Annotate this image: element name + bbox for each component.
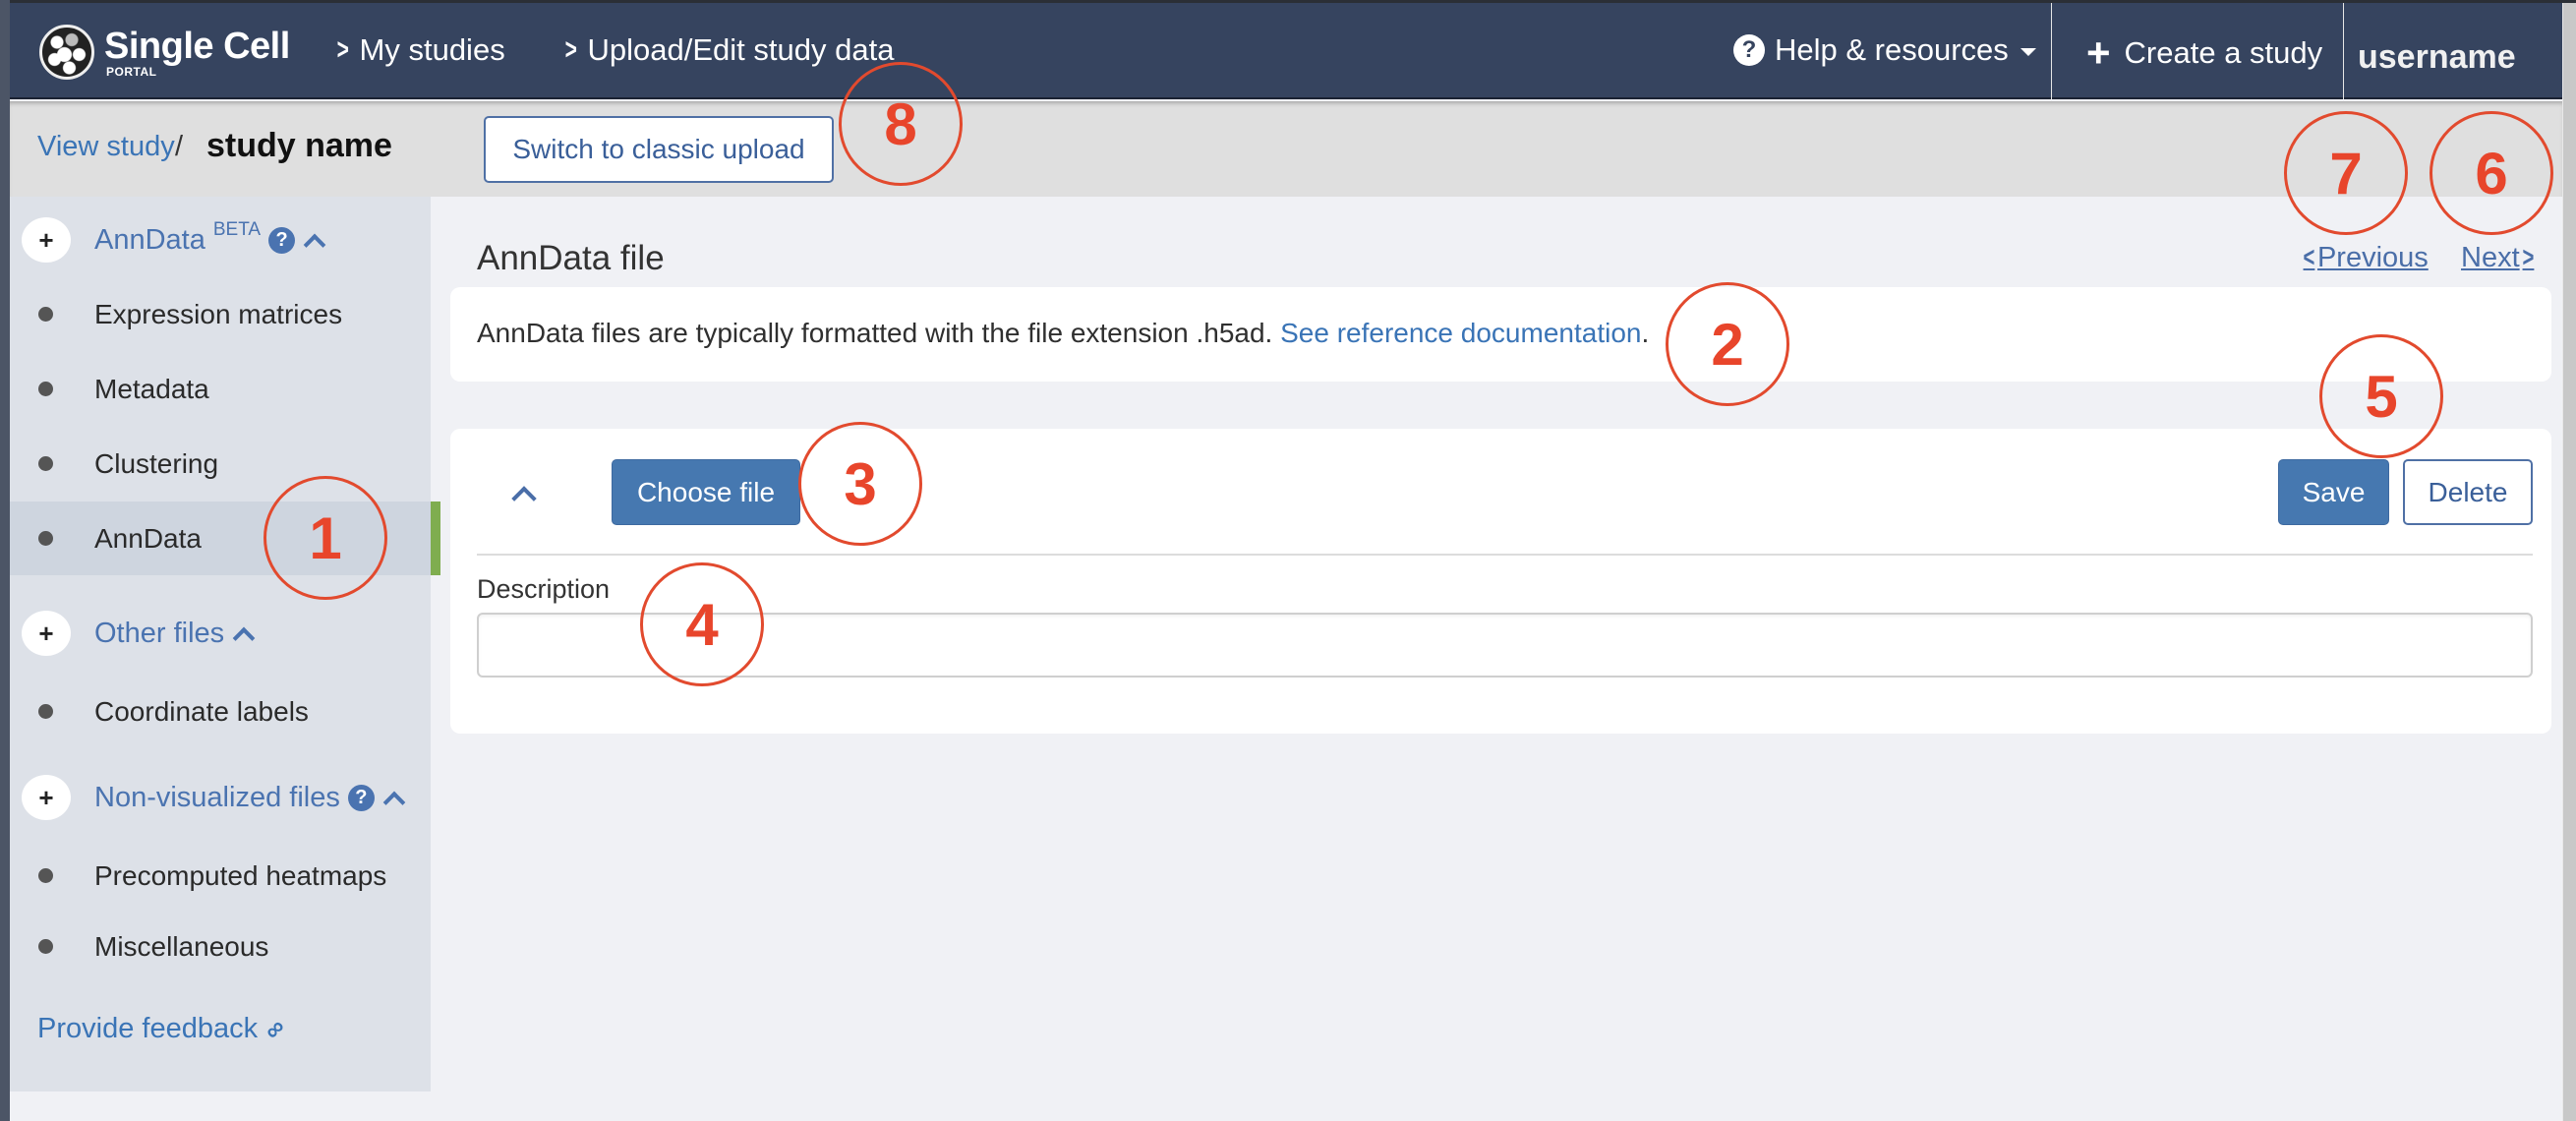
switch-to-classic-upload-button[interactable]: Switch to classic upload: [484, 116, 834, 183]
sidebar-item-label: Coordinate labels: [94, 695, 309, 727]
sidebar-item-coordinate-labels[interactable]: Coordinate labels: [10, 675, 431, 748]
chevron-up-icon[interactable]: [232, 626, 256, 650]
sidebar-section-anndata: + AnnData BETA ?: [10, 210, 431, 269]
save-button[interactable]: Save: [2278, 459, 2389, 525]
question-circle-icon[interactable]: ?: [347, 784, 375, 811]
sidebar-item-precomputed-heatmaps[interactable]: Precomputed heatmaps: [10, 839, 431, 913]
breadcrumb-separator: /: [175, 131, 184, 162]
page-title: AnnData file: [477, 239, 665, 277]
chevron-left-icon: <: [2303, 242, 2315, 273]
create-study-label: Create a study: [2124, 35, 2323, 70]
chevron-right-icon: >: [2522, 242, 2535, 273]
sidebar-section-title[interactable]: Other files: [94, 617, 256, 650]
window-edge: [0, 0, 10, 1121]
plus-icon: +: [2086, 30, 2111, 76]
portal-logo[interactable]: Single Cell PORTAL: [39, 23, 290, 82]
sidebar-item-label: Expression matrices: [94, 298, 343, 329]
description-label: Description: [477, 574, 611, 604]
sidebar-item-label: Metadata: [94, 373, 209, 404]
nav-my-studies[interactable]: > My studies: [334, 32, 505, 68]
info-text-body: AnnData files are typically formatted wi…: [477, 318, 1273, 348]
sidebar-section-title[interactable]: Non-visualized files ?: [94, 781, 406, 814]
sidebar-item-clustering[interactable]: Clustering: [10, 427, 431, 501]
create-study-button[interactable]: + Create a study: [2086, 32, 2322, 74]
chevron-up-icon[interactable]: [511, 486, 537, 511]
nav-upload-edit-label: Upload/Edit study data: [587, 32, 895, 67]
logo-title: Single Cell: [104, 25, 290, 67]
sidebar-item-miscellaneous[interactable]: Miscellaneous: [10, 910, 431, 983]
logo-subtitle: PORTAL: [106, 64, 157, 79]
bullet-icon: [38, 704, 53, 719]
add-non-visualized-button[interactable]: +: [22, 775, 71, 820]
next-link[interactable]: Next >: [2461, 242, 2537, 274]
bullet-icon: [38, 307, 53, 322]
add-other-file-button[interactable]: +: [22, 611, 71, 656]
nav-upload-edit[interactable]: > Upload/Edit study data: [562, 32, 895, 68]
user-menu[interactable]: username: [2358, 38, 2516, 77]
top-navbar: Single Cell PORTAL > My studies > Upload…: [10, 3, 2562, 99]
nav-my-studies-label: My studies: [359, 32, 505, 67]
beta-badge: BETA: [212, 219, 262, 240]
sidebar-item-label: AnnData: [94, 522, 202, 554]
question-circle-icon[interactable]: ?: [268, 226, 296, 254]
info-card: AnnData files are typically formatted wi…: [450, 287, 2551, 382]
chevron-up-icon[interactable]: [382, 791, 406, 814]
section-title-text: Other files: [94, 617, 225, 649]
nav-divider: [2051, 3, 2052, 99]
file-upload-card: Choose file Save Delete Description: [450, 429, 2551, 734]
bullet-icon: [38, 868, 53, 883]
cell-logo-icon: [39, 25, 94, 80]
sidebar-section-non-visualized: + Non-visualized files ?: [10, 768, 431, 827]
logo-text: Single Cell PORTAL: [104, 28, 290, 78]
sidebar-item-expression-matrices[interactable]: Expression matrices: [10, 277, 431, 351]
bullet-icon: [38, 382, 53, 396]
choose-file-button[interactable]: Choose file: [612, 459, 800, 525]
caret-down-icon: [2020, 48, 2036, 56]
sidebar-item-label: Miscellaneous: [94, 930, 269, 962]
help-resources-menu[interactable]: ? Help & resources: [1733, 32, 2036, 68]
breadcrumb: View study / study name Switch to classi…: [10, 101, 2562, 197]
bullet-icon: [38, 939, 53, 954]
info-text-end: .: [1641, 318, 1650, 348]
info-text: AnnData files are typically formatted wi…: [477, 318, 1649, 349]
provide-feedback-label: Provide feedback: [37, 1013, 259, 1044]
help-resources-label: Help & resources: [1775, 32, 2009, 67]
description-input[interactable]: [477, 613, 2533, 678]
sidebar-item-label: Clustering: [94, 447, 219, 479]
page: Single Cell PORTAL > My studies > Upload…: [10, 3, 2562, 1121]
upload-sidebar: + AnnData BETA ? Expression matrices Met…: [10, 197, 440, 1092]
nav-divider: [2343, 3, 2344, 99]
previous-link[interactable]: < Previous: [2301, 242, 2429, 274]
bullet-icon: [38, 456, 53, 471]
sidebar-item-metadata[interactable]: Metadata: [10, 352, 431, 426]
previous-label: Previous: [2316, 242, 2429, 273]
provide-feedback-link[interactable]: Provide feedback ∞: [37, 1012, 291, 1045]
divider: [477, 554, 2533, 556]
chevron-right-icon: >: [564, 33, 577, 66]
view-study-link[interactable]: View study: [37, 131, 175, 163]
sidebar-item-anndata[interactable]: AnnData: [10, 502, 440, 575]
chevron-up-icon[interactable]: [303, 233, 326, 257]
scrollbar[interactable]: [2562, 3, 2576, 1121]
delete-button[interactable]: Delete: [2403, 459, 2533, 525]
sidebar-item-label: Precomputed heatmaps: [94, 859, 387, 891]
sidebar-section-title[interactable]: AnnData BETA ?: [94, 219, 326, 257]
section-title-text: Non-visualized files: [94, 781, 340, 813]
question-circle-icon: ?: [1733, 34, 1765, 66]
section-title-text: AnnData: [94, 223, 205, 256]
bullet-icon: [38, 531, 53, 546]
reference-documentation-link[interactable]: See reference documentation: [1280, 318, 1641, 348]
link-icon: ∞: [257, 1011, 292, 1046]
sidebar-section-other-files: + Other files: [10, 604, 431, 663]
study-name: study name: [206, 127, 392, 164]
next-label: Next: [2461, 242, 2520, 273]
add-anndata-button[interactable]: +: [22, 217, 71, 263]
chevron-right-icon: >: [336, 33, 349, 66]
